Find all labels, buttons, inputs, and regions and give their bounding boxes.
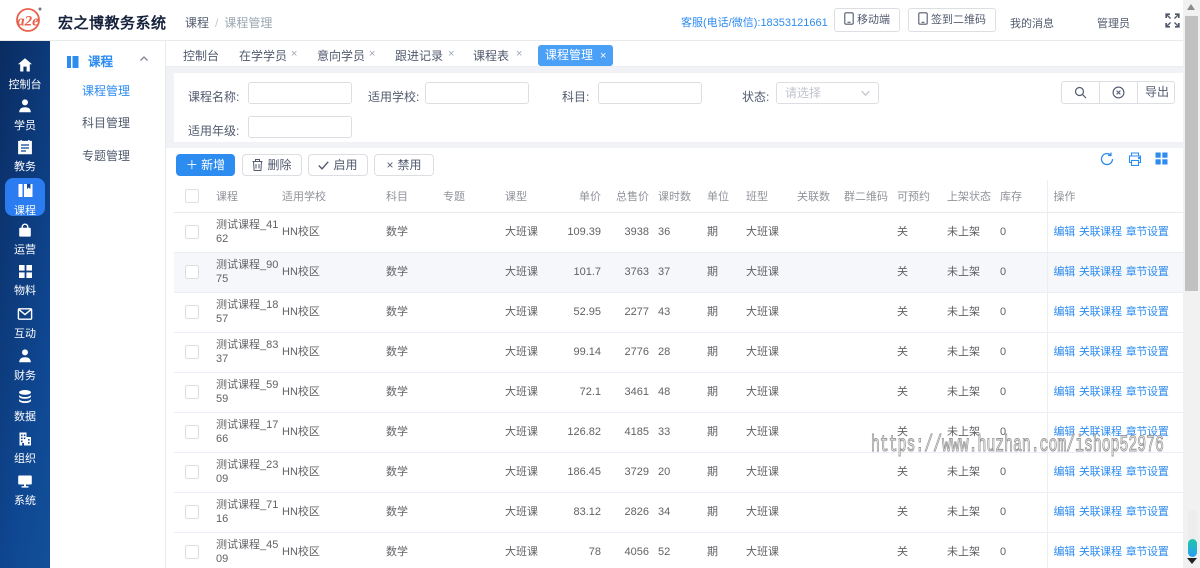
svg-text:a2e: a2e (17, 14, 39, 30)
